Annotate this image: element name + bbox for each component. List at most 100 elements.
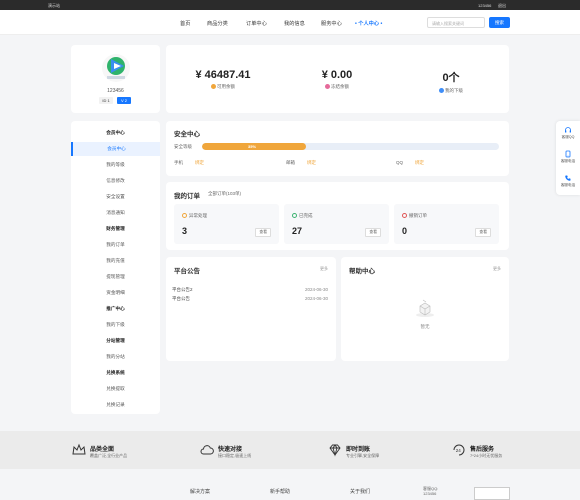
nav-service[interactable]: 服务中心 [321, 20, 342, 27]
sidebar-menu: 会员中心 会员中心 我的等级 信息修改 安全设置 消息通知 财务管理 我的订单 … [71, 121, 160, 414]
menu-item-my-substation[interactable]: 我的分站 [71, 350, 160, 364]
stat-value: 0个 [442, 72, 460, 84]
feature-desc: 覆盖广泛,全行业产品 [90, 453, 128, 458]
float-qq-button[interactable]: 客服QQ [556, 126, 580, 140]
security-card: 安全中心 安全等级 35% 手机 绑定 邮箱 绑定 QQ 绑定 [166, 121, 509, 176]
notice-item[interactable]: 平台公告2 2024-06-30 [172, 287, 332, 293]
menu-item-subordinates[interactable]: 我的下级 [71, 318, 160, 332]
stat-available-balance[interactable]: ¥ 46487.41 可用余额 [166, 69, 280, 90]
stat-subordinates[interactable]: 0个 我的下级 [394, 69, 508, 94]
svg-text:24: 24 [456, 448, 462, 453]
notice-text: 平台公告 [172, 296, 190, 301]
feature-title: 快速对接 [218, 447, 243, 453]
float-label: 客服电话 [560, 159, 576, 163]
help-title: 帮助中心 [349, 268, 375, 275]
security-item-status: 绑定 [415, 160, 425, 165]
top-bar: 演示站 123456 退出 [0, 0, 580, 10]
logout-link[interactable]: 退出 [498, 3, 506, 9]
security-title: 安全中心 [174, 131, 200, 138]
help-more-link[interactable]: 更多 [493, 266, 501, 272]
menu-item-member-center[interactable]: 会员中心 [71, 142, 160, 156]
nav-home[interactable]: 首页 [180, 20, 190, 27]
stat-label: 可用余额 [217, 84, 235, 89]
menu-item-funds-detail[interactable]: 资金明细 [71, 286, 160, 300]
stat-label: 冻结余额 [331, 84, 349, 89]
profile-card: 123456 ID 1 V 2 [71, 45, 160, 113]
user-icon [439, 88, 444, 94]
order-box-count: 3 [182, 226, 188, 236]
order-box-exception: 异常处理 3 查看 [174, 204, 279, 244]
menu-item-my-orders[interactable]: 我的订单 [71, 238, 160, 252]
help-card: 帮助中心 更多 暂无 [341, 257, 509, 361]
feature-title: 即时到账 [346, 447, 371, 453]
orders-title: 我的订单 [174, 193, 200, 200]
notice-item[interactable]: 平台公告 2024-06-30 [172, 296, 332, 302]
menu-item-recharge[interactable]: 我的充值 [71, 254, 160, 268]
cancel-icon [402, 213, 407, 219]
orders-total[interactable]: 全部订单(103单) [208, 191, 241, 197]
stat-frozen-balance[interactable]: ¥ 0.00 冻结余额 [280, 69, 394, 90]
menu-item-exchange-withdraw[interactable]: 兑换提取 [71, 382, 160, 396]
wallet-icon [211, 84, 216, 90]
nav-orders[interactable]: 订单中心 [246, 20, 267, 27]
floating-contact-bar: 客服QQ 客服电话 客服电话 [556, 121, 580, 195]
nav-categories[interactable]: 商品分类 [207, 20, 228, 27]
menu-group-member: 会员中心 [106, 130, 125, 135]
float-label: 客服电话 [560, 183, 576, 187]
notice-title: 平台公告 [174, 268, 200, 275]
id-badge: ID 1 [99, 97, 113, 104]
security-item-qq[interactable]: QQ 绑定 [396, 160, 424, 166]
footer-link-solutions[interactable]: 解决方案 [190, 488, 210, 495]
security-progress-text: 35% [248, 144, 257, 149]
avatar[interactable] [102, 54, 130, 82]
help-empty-text: 暂无 [420, 324, 430, 329]
notice-more-link[interactable]: 更多 [320, 266, 328, 272]
crown-icon [72, 443, 86, 455]
username: 123456 [107, 88, 124, 94]
menu-group-promotion: 推广中心 [106, 306, 125, 311]
user-id-link[interactable]: 123456 [478, 3, 491, 8]
menu-item-withdraw[interactable]: 提现管理 [71, 270, 160, 284]
menu-item-edit-info[interactable]: 信息修改 [71, 174, 160, 188]
feature-desc: 7*24小时无忧服务 [470, 453, 503, 458]
phone-icon [565, 150, 571, 158]
menu-item-messages[interactable]: 消息通知 [71, 206, 160, 220]
order-view-button[interactable]: 查看 [365, 228, 381, 237]
float-phone-button[interactable]: 客服电话 [556, 150, 580, 164]
check-icon [292, 213, 297, 219]
footer-link-about-us[interactable]: 关于我们 [350, 488, 370, 495]
footer-qr-image [474, 487, 510, 500]
security-item-email[interactable]: 邮箱 绑定 [286, 160, 316, 166]
stat-value: ¥ 46487.41 [195, 69, 251, 81]
order-view-button[interactable]: 查看 [255, 228, 271, 237]
security-item-phone[interactable]: 手机 绑定 [174, 160, 204, 166]
menu-group-finance: 财务管理 [106, 226, 125, 231]
notice-date: 2024-06-30 [304, 287, 328, 292]
feature-title: 品类全面 [90, 447, 115, 453]
menu-item-security[interactable]: 安全设置 [71, 190, 160, 204]
service-features-strip: 品类全面 覆盖广泛,全行业产品 快速对接 接口稳定,极速上线 即时到账 专业引擎… [0, 431, 580, 469]
footer-link-beginner-help[interactable]: 新手帮助 [270, 488, 290, 495]
feature-desc: 专业引擎,安全保障 [346, 453, 380, 458]
security-progress-bar: 35% [202, 143, 499, 150]
footer: 解决方案 新手帮助 关于我们 客服QQ: 123456 [0, 469, 580, 500]
24h-service-icon: 24 [453, 444, 465, 456]
lock-icon [325, 84, 330, 90]
nav-personal-center[interactable]: • 个人中心 • [355, 20, 382, 27]
order-box-label: 已完成 [299, 213, 313, 218]
feature-desc: 接口稳定,极速上线 [218, 453, 252, 458]
main-nav: 首页 商品分类 订单中心 我的信息 服务中心 • 个人中心 • 请输入搜索关键词… [0, 10, 580, 35]
menu-item-level[interactable]: 我的等级 [71, 158, 160, 172]
search-input[interactable]: 请输入搜索关键词 [427, 17, 485, 28]
avatar-logo-icon [107, 57, 125, 79]
stat-value: ¥ 0.00 [321, 69, 353, 81]
notice-date: 2024-06-30 [304, 296, 328, 301]
menu-group-exchange: 兑换系统 [106, 370, 125, 375]
clock-icon [182, 213, 187, 219]
nav-my-info[interactable]: 我的信息 [284, 20, 305, 27]
order-view-button[interactable]: 查看 [475, 228, 491, 237]
search-button[interactable]: 搜索 [489, 17, 510, 28]
float-label: 客服QQ [561, 135, 575, 139]
menu-item-exchange-records[interactable]: 兑换记录 [71, 398, 160, 412]
float-phone-button-2[interactable]: 客服电话 [556, 174, 580, 188]
